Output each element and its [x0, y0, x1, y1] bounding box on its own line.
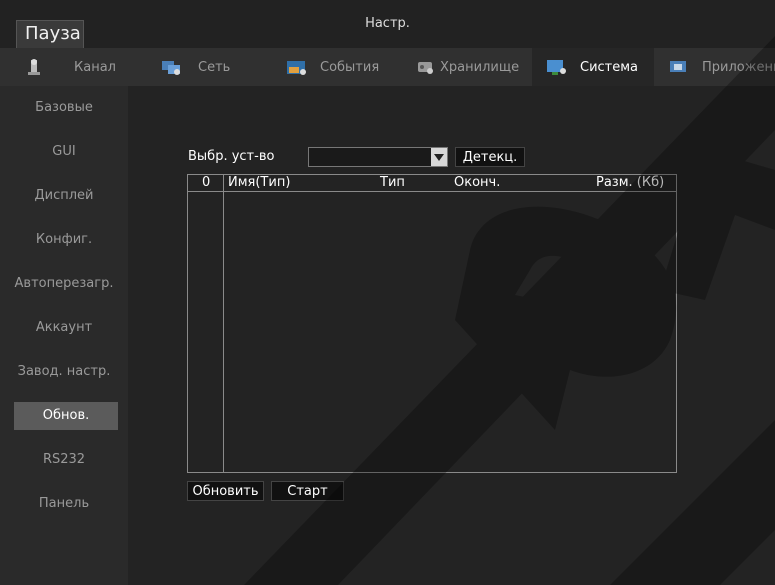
storage-icon — [418, 62, 433, 74]
tab-label: Приложени — [702, 59, 775, 75]
tab-system[interactable]: Система — [532, 48, 654, 86]
sidebar-item-panel[interactable]: Панель — [0, 490, 128, 518]
events-icon — [287, 61, 306, 75]
tab-network[interactable]: Сеть — [160, 48, 230, 86]
network-icon — [162, 61, 180, 75]
device-select[interactable] — [308, 147, 448, 167]
device-select-value — [309, 152, 313, 166]
sidebar-item-display[interactable]: Дисплей — [0, 182, 128, 210]
detect-button[interactable]: Детекц. — [455, 147, 525, 167]
column-header-name: Имя(Тип) — [228, 175, 291, 190]
sidebar-item-factory[interactable]: Завод. настр. — [0, 358, 128, 386]
tab-apps[interactable]: Приложени — [668, 48, 775, 86]
select-device-label: Выбр. уст-во — [188, 149, 275, 164]
column-header-end: Оконч. — [454, 175, 501, 190]
tab-storage[interactable]: Хранилище — [414, 48, 519, 86]
tab-label: Канал — [74, 59, 116, 75]
sidebar-item-config[interactable]: Конфиг. — [0, 226, 128, 254]
tab-label: События — [320, 59, 380, 75]
tab-channel[interactable]: Канал — [24, 48, 116, 86]
system-icon — [547, 60, 566, 75]
main-tab-bar: Канал Сеть События Хранилище Система При… — [0, 48, 775, 87]
tab-label: Сеть — [198, 59, 231, 75]
refresh-button[interactable]: Обновить — [187, 481, 264, 501]
column-header-type: Тип — [380, 175, 405, 190]
dropdown-arrow-icon[interactable] — [431, 148, 447, 166]
sidebar-item-autoreboot[interactable]: Автоперезагр. — [0, 270, 128, 298]
column-divider — [223, 175, 224, 472]
firmware-file-table: 0 Имя(Тип) Тип Оконч. Разм. (Кб) — [187, 174, 677, 473]
column-header-index: 0 — [202, 175, 211, 190]
sidebar: Базовые GUI Дисплей Конфиг. Автоперезагр… — [0, 86, 128, 585]
channel-icon — [28, 59, 40, 75]
window-title: Настр. — [365, 16, 410, 31]
apps-icon — [670, 61, 686, 72]
tab-events[interactable]: События — [286, 48, 379, 86]
tab-label: Система — [580, 59, 639, 75]
sidebar-item-account[interactable]: Аккаунт — [0, 314, 128, 342]
column-header-size: Разм. (Кб) — [596, 175, 665, 190]
sidebar-item-upgrade[interactable]: Обнов. — [14, 402, 118, 430]
title-bar: Пауза Настр. — [0, 0, 775, 48]
sidebar-item-basic[interactable]: Базовые — [0, 94, 128, 122]
sidebar-item-rs232[interactable]: RS232 — [0, 446, 128, 474]
table-header: 0 Имя(Тип) Тип Оконч. Разм. (Кб) — [188, 175, 676, 192]
start-button[interactable]: Старт — [271, 481, 344, 501]
sidebar-item-gui[interactable]: GUI — [0, 138, 128, 166]
tab-label: Хранилище — [440, 59, 520, 75]
